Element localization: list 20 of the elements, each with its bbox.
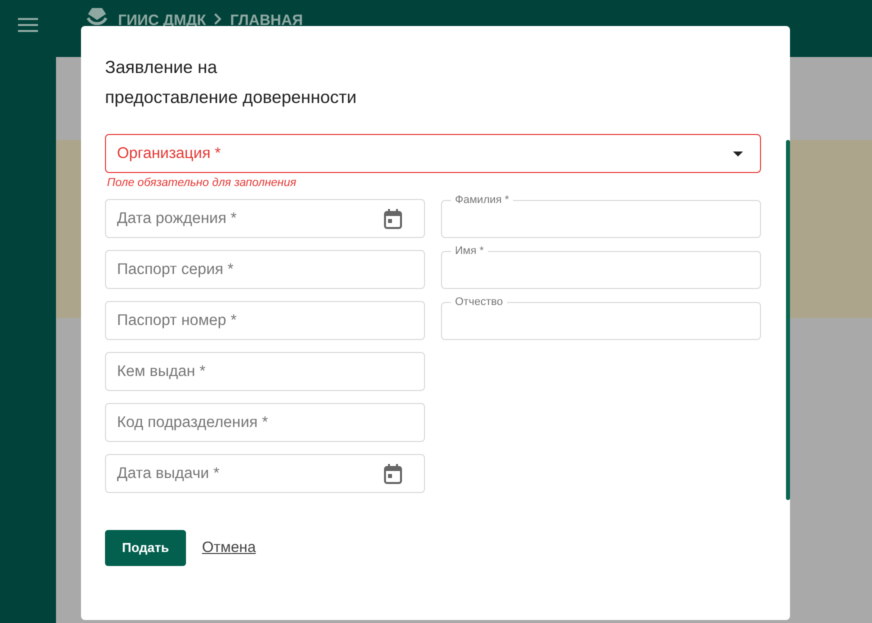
input-field[interactable]: Код подразделения * (105, 403, 425, 442)
input-field[interactable]: Фамилия * (441, 195, 761, 238)
input-field[interactable]: Отчество (441, 297, 761, 340)
calendar-icon[interactable] (384, 208, 402, 228)
input-field[interactable]: Паспорт серия * (105, 250, 425, 289)
error-message: Поле обязательно для заполнения (107, 176, 298, 191)
input-field[interactable]: Кем выдан * (105, 352, 425, 391)
date-field[interactable]: Дата рождения * (105, 199, 425, 238)
calendar-icon[interactable] (384, 464, 402, 484)
menu-icon[interactable] (18, 18, 38, 32)
submit-button[interactable]: Подать (105, 530, 186, 566)
organization-select[interactable]: Организация * (105, 134, 761, 173)
chevron-icon (214, 13, 222, 25)
dropdown-caret-icon (733, 151, 743, 156)
input-field[interactable]: Имя * (441, 246, 761, 289)
input-field[interactable]: Паспорт номер * (105, 301, 425, 340)
date-field[interactable]: Дата выдачи * (105, 454, 425, 493)
scrollbar[interactable] (786, 140, 790, 500)
cancel-link[interactable]: Отмена (202, 536, 256, 560)
dialog-title: Заявление на предоставление доверенности (105, 56, 358, 109)
